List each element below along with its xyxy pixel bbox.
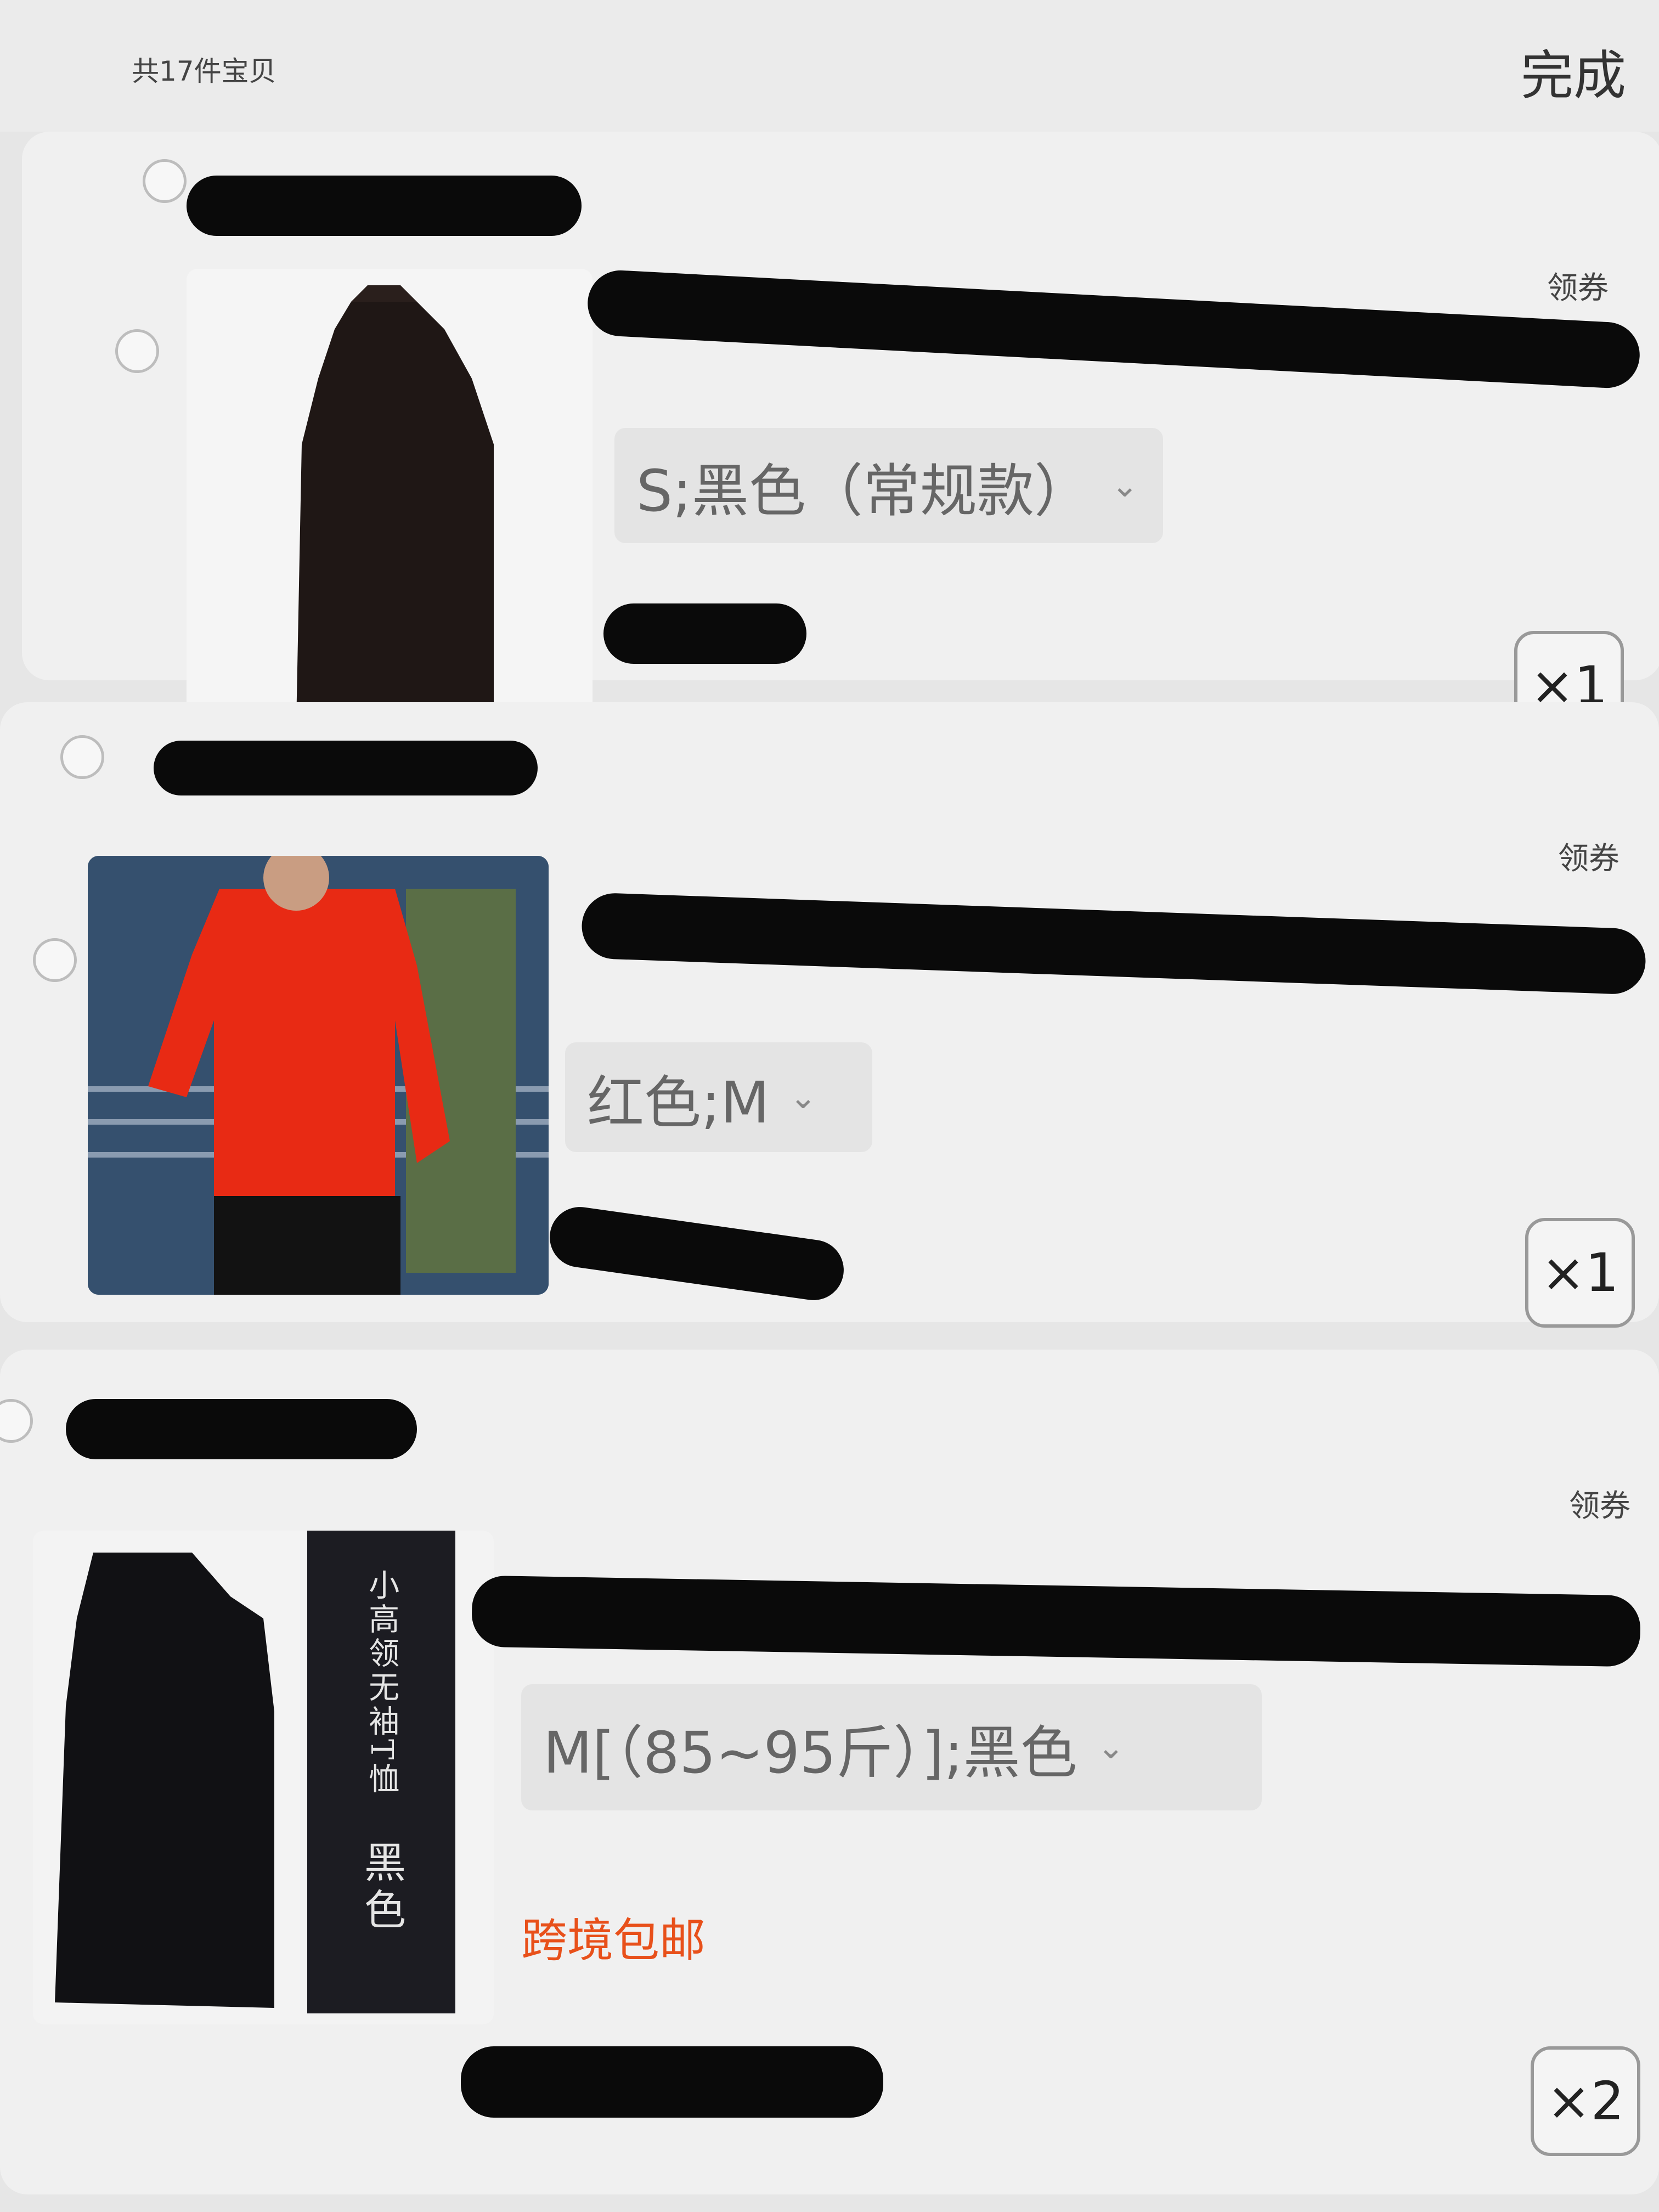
done-button[interactable]: 完成 [1521,33,1626,109]
sku-selector[interactable]: M[（85~95斤）];黑色 ⌄ [521,1684,1262,1810]
coupon-link[interactable]: 领券 [1547,263,1609,308]
shop-select-radio[interactable] [143,159,187,203]
image-label-title: 小高领无袖T恤 [363,1569,399,1797]
cart-edit-page: 共17件宝贝 完成 领券 S;黑色（常规款） ⌄ ×1 领券 红色;M ⌄ ×1… [0,0,1659,2212]
coupon-link[interactable]: 领券 [1558,834,1620,878]
item-select-radio[interactable] [115,329,159,373]
quantity-stepper[interactable]: ×2 [1531,2046,1640,2156]
shop-select-radio[interactable] [60,735,104,779]
redacted-shop-name [66,1399,417,1459]
redacted-product-title [471,1575,1641,1667]
sku-selector[interactable]: S;黑色（常规款） ⌄ [614,428,1163,543]
coupon-link[interactable]: 领券 [1569,1481,1630,1526]
redacted-price [603,603,806,664]
product-image[interactable] [187,269,592,746]
sku-text: 红色;M [587,1069,770,1136]
sku-text: S;黑色（常规款） [636,457,1092,524]
shipping-badge: 跨境包邮 [521,1914,706,1967]
cart-item-card: 领券 红色;M ⌄ ×1 [0,702,1659,1328]
redacted-shop-name [154,741,538,795]
sleeveless-top-icon [55,1553,274,2008]
redacted-product-title [586,268,1641,390]
sku-text: M[（85~95斤）];黑色 [543,1719,1077,1786]
cart-header: 共17件宝贝 完成 [0,0,1659,132]
chevron-down-icon: ⌄ [1097,1728,1125,1767]
image-label-color: 黑色 [357,1841,406,1936]
item-select-radio[interactable] [33,938,77,982]
sku-selector[interactable]: 红色;M ⌄ [565,1042,872,1152]
redacted-product-title [580,892,1647,995]
product-image[interactable]: 小高领无袖T恤 黑色 [33,1531,494,2024]
image-text-label: 小高领无袖T恤 黑色 [307,1531,455,2013]
redacted-shop-name [187,176,582,236]
product-image[interactable] [88,856,549,1295]
red-hoodie-model-icon [88,856,549,1295]
chevron-down-icon: ⌄ [1111,466,1139,505]
chevron-down-icon: ⌄ [789,1078,817,1116]
sleeveless-top-icon [296,285,494,724]
quantity-stepper[interactable]: ×1 [1525,1218,1635,1328]
cart-item-card: 领券 小高领无袖T恤 黑色 M[（85~95斤）];黑色 ⌄ 跨境包邮 ×2 [0,1350,1659,2194]
redacted-price [461,2046,883,2118]
redacted-price [545,1203,848,1305]
item-count: 共17件宝贝 [132,55,276,87]
cart-item-card: 领券 S;黑色（常规款） ⌄ ×1 [22,132,1659,746]
shop-select-radio[interactable] [0,1399,33,1443]
